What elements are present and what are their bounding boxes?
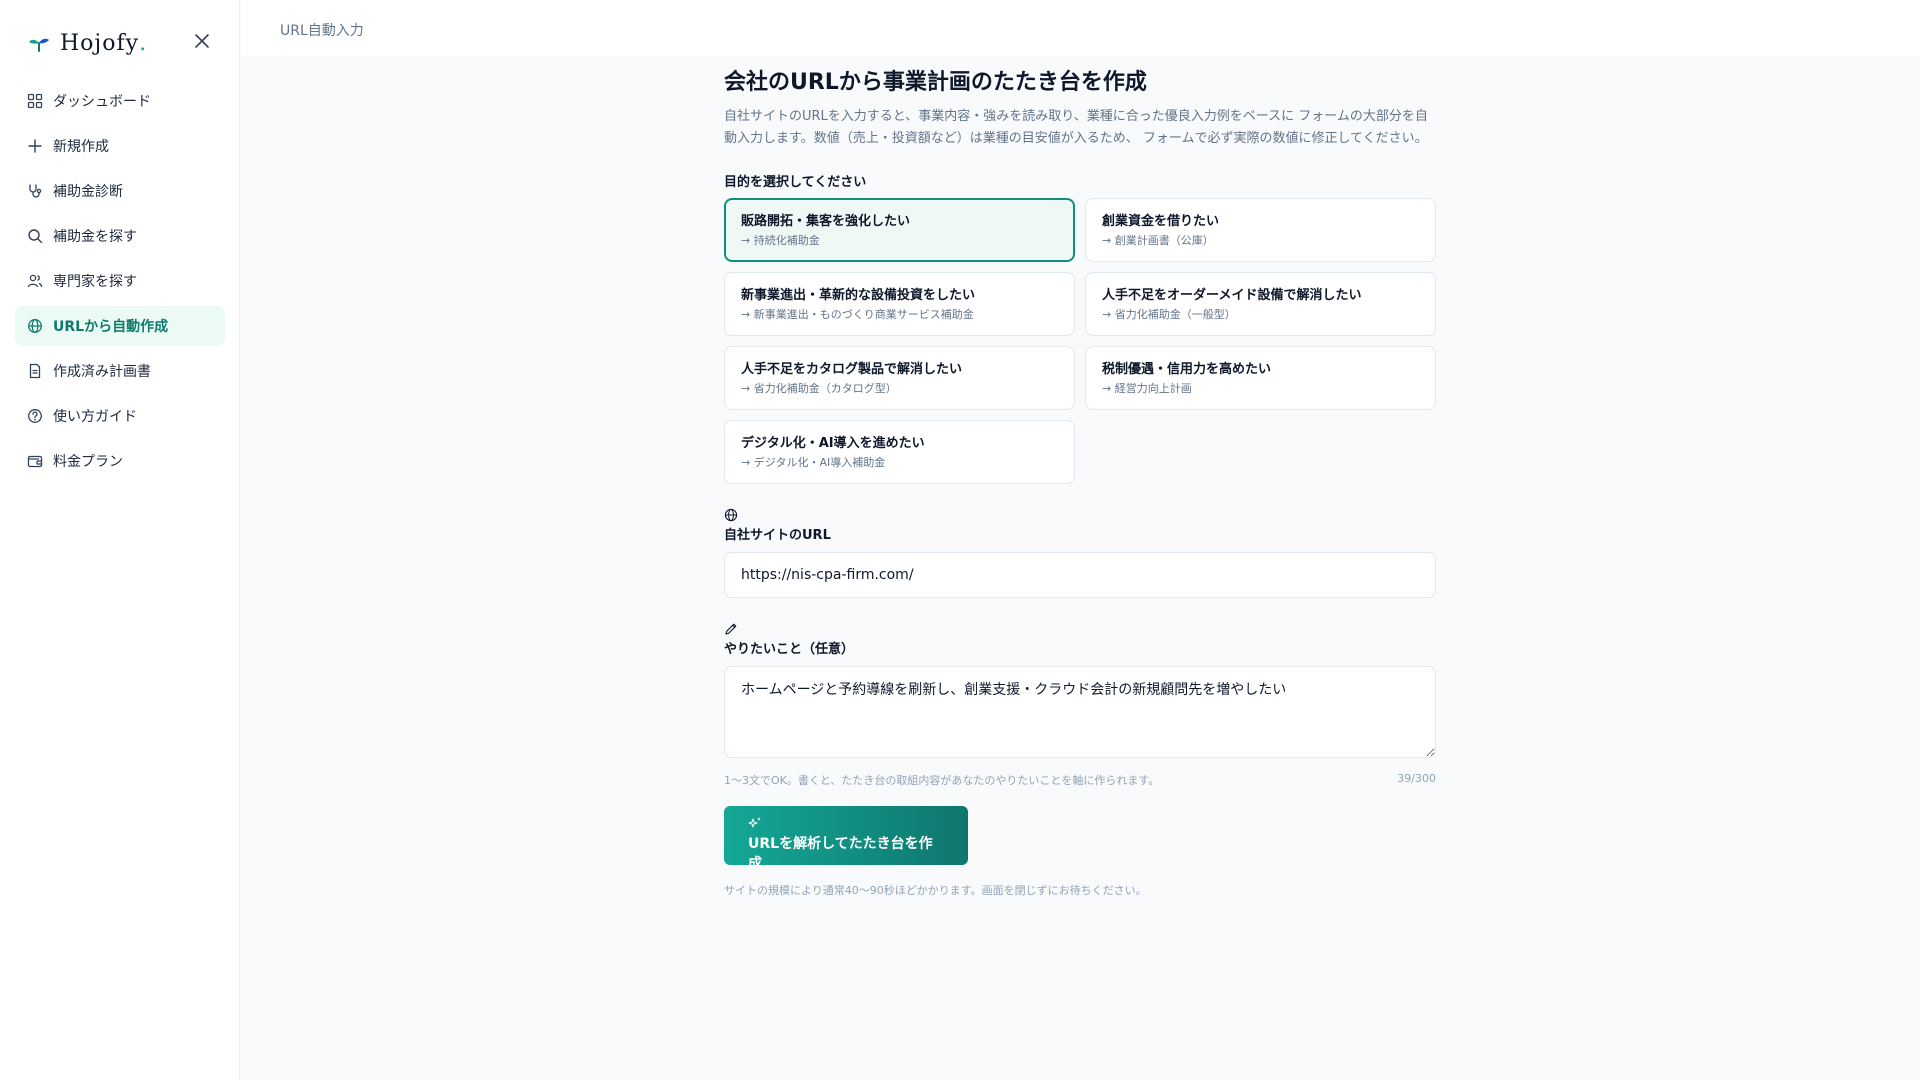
sparkles-icon	[748, 817, 761, 828]
close-icon[interactable]	[192, 31, 212, 51]
purpose-option-sales[interactable]: 販路開拓・集客を強化したい → 持続化補助金	[724, 198, 1075, 262]
analyze-url-button[interactable]: URLを解析してたたき台を作成	[724, 806, 968, 872]
grid-icon	[27, 93, 43, 109]
sidebar-nav: ダッシュボード 新規作成 補助金診断 補助金を探す 専門家を探す URLから自動…	[15, 81, 225, 486]
sidebar-item-guide[interactable]: 使い方ガイド	[15, 396, 225, 436]
sidebar-item-search-subsidy[interactable]: 補助金を探す	[15, 216, 225, 256]
purpose-option-title: 人手不足をカタログ製品で解消したい	[741, 362, 963, 377]
sidebar-item-label: 使い方ガイド	[53, 409, 137, 425]
goal-field-header: やりたいこと（任意）	[724, 622, 1436, 657]
breadcrumb: URL自動入力	[280, 23, 364, 39]
purpose-option-new-business[interactable]: 新事業進出・革新的な設備投資をしたい → 新事業進出・ものづくり商業サービス補助…	[724, 272, 1075, 336]
purpose-option-tax-credit[interactable]: 税制優遇・信用力を高めたい → 経営力向上計画	[1085, 346, 1436, 410]
goal-textarea[interactable]: ホームページと予約導線を刷新し、創業支援・クラウド会計の新規顧問先を増やしたい	[724, 666, 1436, 758]
character-counter: 39/300	[1397, 772, 1436, 785]
purpose-option-digital-ai[interactable]: デジタル化・AI導入を進めたい → デジタル化・AI導入補助金	[724, 420, 1075, 484]
url-field-label: 自社サイトのURL	[724, 528, 831, 543]
sidebar-item-label: 料金プラン	[53, 454, 123, 470]
purpose-option-subsidy: → 創業計画書（公庫）	[1102, 234, 1214, 247]
url-input[interactable]	[724, 552, 1436, 598]
purpose-label: 目的を選択してください	[724, 175, 867, 190]
processing-time-note: サイトの規模により通常40〜90秒ほどかかります。画面を閉じずにお待ちください。	[724, 884, 1147, 897]
purpose-option-subsidy: → 経営力向上計画	[1102, 382, 1192, 395]
help-circle-icon	[28, 409, 42, 423]
sidebar-item-label: ダッシュボード	[53, 94, 151, 110]
purpose-option-custom-equipment[interactable]: 人手不足をオーダーメイド設備で解消したい → 省力化補助金（一般型）	[1085, 272, 1436, 336]
purpose-option-subsidy: → 省力化補助金（カタログ型）	[741, 382, 897, 395]
goal-hint-row: 1〜3文でOK。書くと、たたき台の取組内容があなたのやりたいことを軸に作られます…	[724, 772, 1436, 788]
purpose-option-subsidy: → 持続化補助金	[741, 234, 820, 247]
top-bar: URL自動入力	[241, 0, 1920, 57]
sidebar-item-url-auto[interactable]: URLから自動作成	[15, 306, 225, 346]
purpose-option-title: 人手不足をオーダーメイド設備で解消したい	[1102, 288, 1362, 303]
globe-icon	[724, 508, 738, 522]
sidebar-item-experts[interactable]: 専門家を探す	[15, 261, 225, 301]
purpose-option-title: 創業資金を借りたい	[1102, 214, 1220, 229]
purpose-option-title: 新事業進出・革新的な設備投資をしたい	[741, 288, 976, 303]
goal-field-label: やりたいこと（任意）	[724, 642, 855, 657]
wallet-icon	[27, 455, 43, 468]
stethoscope-icon	[29, 184, 42, 198]
sidebar-item-label: 補助金を探す	[53, 229, 137, 245]
sidebar: Hojofy. ダッシュボード 新規作成 補助金診断 補助金を探す 専門家を探す…	[0, 0, 240, 1080]
sidebar-item-label: 新規作成	[53, 139, 109, 155]
brand-dot: .	[139, 30, 148, 56]
pencil-icon	[725, 623, 737, 635]
purpose-options: 販路開拓・集客を強化したい → 持続化補助金 創業資金を借りたい → 創業計画書…	[724, 198, 1436, 484]
goal-hint: 1〜3文でOK。書くと、たたき台の取組内容があなたのやりたいことを軸に作られます…	[724, 774, 1160, 787]
document-icon	[29, 363, 41, 379]
purpose-option-startup-loan[interactable]: 創業資金を借りたい → 創業計画書（公庫）	[1085, 198, 1436, 262]
sidebar-item-pricing[interactable]: 料金プラン	[15, 441, 225, 481]
sidebar-item-new[interactable]: 新規作成	[15, 126, 225, 166]
purpose-option-title: 税制優遇・信用力を高めたい	[1102, 362, 1272, 377]
purpose-option-subsidy: → デジタル化・AI導入補助金	[741, 456, 886, 469]
sidebar-item-created-plans[interactable]: 作成済み計画書	[15, 351, 225, 391]
users-icon	[27, 274, 43, 288]
sidebar-item-dashboard[interactable]: ダッシュボード	[15, 81, 225, 121]
search-icon	[28, 229, 43, 244]
purpose-option-subsidy: → 新事業進出・ものづくり商業サービス補助金	[741, 308, 974, 321]
sidebar-item-label: URLから自動作成	[53, 319, 169, 335]
purpose-option-catalog-products[interactable]: 人手不足をカタログ製品で解消したい → 省力化補助金（カタログ型）	[724, 346, 1075, 410]
sidebar-item-label: 作成済み計画書	[53, 364, 151, 380]
sprout-logo-icon	[29, 38, 49, 52]
brand-name: Hojofy	[60, 30, 140, 56]
sidebar-item-label: 補助金診断	[53, 184, 123, 200]
analyze-url-button-label: URLを解析してたたき台を作成	[748, 836, 933, 872]
sidebar-item-diagnosis[interactable]: 補助金診断	[15, 171, 225, 211]
purpose-option-subsidy: → 省力化補助金（一般型）	[1102, 308, 1236, 321]
plus-icon	[28, 139, 42, 153]
main-content: 会社のURLから事業計画のたたき台を作成 自社サイトのURLを入力すると、事業内…	[724, 68, 1436, 898]
brand-logo[interactable]: Hojofy.	[28, 28, 147, 58]
page-title: 会社のURLから事業計画のたたき台を作成	[724, 70, 1147, 95]
purpose-option-title: 販路開拓・集客を強化したい	[741, 214, 911, 229]
sidebar-item-label: 専門家を探す	[53, 274, 137, 290]
globe-icon	[28, 319, 42, 333]
url-field-header: 自社サイトのURL	[724, 508, 1436, 543]
page-description: 自社サイトのURLを入力すると、事業内容・強みを読み取り、業種に合った優良入力例…	[724, 109, 1428, 146]
purpose-option-title: デジタル化・AI導入を進めたい	[741, 436, 925, 451]
